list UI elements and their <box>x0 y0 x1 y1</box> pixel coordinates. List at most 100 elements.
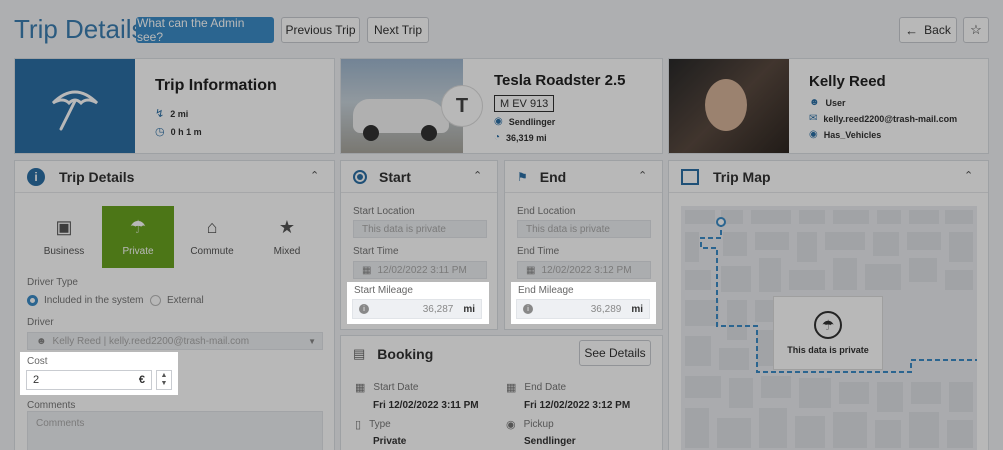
cost-label: Cost <box>27 356 48 367</box>
map-private-text: This data is private <box>787 345 869 355</box>
chevron-up-icon[interactable]: ▲ <box>161 372 168 380</box>
trip-duration: 0 h 1 m <box>170 126 202 137</box>
location-pin-icon: ◉ <box>494 116 503 127</box>
license-plate: M EV 913 <box>494 95 555 112</box>
cost-spotlight: Cost 2 € ▲ ▼ <box>20 352 178 395</box>
info-icon: i <box>27 167 45 186</box>
star-icon: ★ <box>278 217 296 237</box>
trip-type-business[interactable]: ▣ Business <box>28 206 100 268</box>
trip-details-card: i Trip Details ⌃ ▣ Business ☂ Private ⌂ … <box>14 160 335 450</box>
calendar-icon: ▦ <box>506 382 517 394</box>
user-avatar <box>669 59 789 153</box>
booking-start-date: Fri 12/02/2022 3:11 PM <box>373 400 479 411</box>
booking-title: Booking <box>377 346 434 362</box>
booking-type-label: Type <box>369 419 391 430</box>
umbrella-icon: ☂ <box>814 311 842 339</box>
trip-info-card: Trip Information ↯ 2 mi ◷ 0 h 1 m <box>14 58 335 154</box>
trip-type-commute[interactable]: ⌂ Commute <box>176 206 248 268</box>
booking-end-date-label: End Date <box>524 382 567 393</box>
see-details-button[interactable]: See Details <box>579 340 651 366</box>
start-mileage-label: Start Mileage <box>354 285 413 296</box>
trip-details-title: Trip Details <box>59 168 135 185</box>
arrow-left-icon: ← <box>905 22 919 38</box>
info-icon: i <box>359 304 369 314</box>
page-title: Trip Details <box>14 14 145 44</box>
user-name: Kelly Reed <box>809 73 886 90</box>
odometer-icon: ◔ <box>494 132 501 143</box>
trip-info-title: Trip Information <box>155 77 277 94</box>
home-icon: ⌂ <box>206 217 218 237</box>
euro-icon: € <box>138 374 145 386</box>
back-button[interactable]: ← Back <box>899 17 957 43</box>
trip-type-private[interactable]: ☂ Private <box>102 206 174 268</box>
end-mileage-spotlight: End Mileage i 36,289 mi <box>511 282 656 324</box>
cost-stepper[interactable]: ▲ ▼ <box>156 370 172 390</box>
briefcase-icon: ▣ <box>55 217 73 237</box>
admin-view-button[interactable]: What can the Admin see? <box>136 16 274 44</box>
trip-distance: 2 mi <box>170 108 189 119</box>
trip-type-mixed[interactable]: ★ Mixed <box>251 206 323 268</box>
start-location-label: Start Location <box>353 206 415 217</box>
user-email: kelly.reed2200@trash-mail.com <box>823 113 958 124</box>
calendar-icon: ▦ <box>355 382 366 394</box>
booking-pickup-label: Pickup <box>523 419 554 430</box>
tesla-logo-icon: T <box>441 85 483 127</box>
calendar-icon: ▦ <box>362 264 372 276</box>
booking-pickup: Sendlinger <box>524 436 576 447</box>
caret-down-icon: ▼ <box>308 336 316 346</box>
booking-type: Private <box>373 436 407 447</box>
vehicle-card[interactable]: T Tesla Roadster 2.5 M EV 913 ◉ Sendling… <box>340 58 663 154</box>
driver-type-label: Driver Type <box>27 277 78 288</box>
info-icon: i <box>523 304 533 314</box>
clock-icon: ◷ <box>155 126 165 138</box>
start-mileage-field: i 36,287 mi <box>352 299 482 319</box>
chevron-up-icon[interactable]: ⌃ <box>310 169 320 182</box>
end-time-label: End Time <box>517 246 560 257</box>
driver-label: Driver <box>27 317 54 328</box>
booking-icon: ▤ <box>353 346 366 361</box>
driver-select[interactable]: ☻ Kelly Reed | kelly.reed2200@trash-mail… <box>27 332 323 350</box>
flag-icon: ⚑ <box>517 169 528 184</box>
route-icon: ↯ <box>155 108 165 120</box>
user-card[interactable]: Kelly Reed ☻ User ✉ kelly.reed2200@trash… <box>668 58 989 154</box>
comments-label: Comments <box>27 400 76 411</box>
umbrella-icon: ☂ <box>129 217 147 237</box>
star-icon: ☆ <box>970 22 982 37</box>
booking-end-date: Fri 12/02/2022 3:12 PM <box>524 400 631 411</box>
document-icon: ▯ <box>355 419 362 431</box>
next-trip-button[interactable]: Next Trip <box>367 17 429 43</box>
user-icon: ☻ <box>809 97 820 108</box>
umbrella-icon <box>15 59 135 153</box>
trip-map-title: Trip Map <box>713 168 771 185</box>
booking-start-date-label: Start Date <box>373 382 419 393</box>
location-pin-icon: ◉ <box>809 129 818 140</box>
comments-textarea[interactable]: Comments <box>27 411 323 450</box>
vehicle-name: Tesla Roadster 2.5 <box>494 72 626 89</box>
end-location-label: End Location <box>517 206 576 217</box>
chevron-up-icon[interactable]: ⌃ <box>638 169 648 182</box>
chevron-up-icon[interactable]: ⌃ <box>473 169 483 182</box>
envelope-icon: ✉ <box>809 113 818 124</box>
user-role: User <box>825 97 846 108</box>
previous-trip-button[interactable]: Previous Trip <box>281 17 360 43</box>
start-time-label: Start Time <box>353 246 399 257</box>
trip-map-card: Trip Map ⌃ ☂ This data is private <box>668 160 989 450</box>
map-private-overlay: ☂ This data is private <box>773 296 883 370</box>
user-group: Has_Vehicles <box>823 129 882 140</box>
booking-card: ▤ Booking See Details ▦ Start Date Fri 1… <box>340 335 663 450</box>
end-time-field: ▦ 12/02/2022 3:12 PM <box>517 261 651 279</box>
start-location-field: This data is private <box>353 220 487 238</box>
chevron-down-icon[interactable]: ▼ <box>161 380 168 388</box>
location-pin-icon: ◉ <box>506 419 516 431</box>
driver-type-external-radio[interactable]: External <box>150 295 204 306</box>
vehicle-odometer: 36,319 mi <box>506 132 547 143</box>
end-title: End <box>539 168 567 185</box>
start-time-field: ▦ 12/02/2022 3:11 PM <box>353 261 487 279</box>
driver-type-included-radio[interactable]: Included in the system <box>27 295 144 306</box>
cost-input[interactable]: 2 € <box>26 370 152 390</box>
end-location-field: This data is private <box>517 220 651 238</box>
chevron-up-icon[interactable]: ⌃ <box>964 169 974 182</box>
favorite-button[interactable]: ☆ <box>963 17 989 43</box>
vehicle-location: Sendlinger <box>508 116 556 127</box>
trip-map[interactable]: ☂ This data is private <box>681 206 977 450</box>
